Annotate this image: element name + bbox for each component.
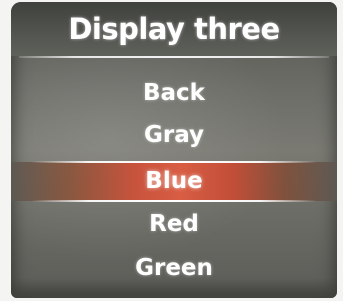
device-frame: Display three Back Gray Blue Red Green (0, 0, 343, 301)
title-bar: Display three (11, 2, 337, 56)
display-title: Display three (68, 12, 280, 46)
selected-bottom-border (31, 200, 317, 202)
bottom-screen-shade (11, 278, 337, 298)
menu-item-blue[interactable]: Blue (11, 162, 337, 200)
title-divider (19, 56, 329, 58)
display-screen: Display three Back Gray Blue Red Green (11, 2, 337, 298)
menu-item-back[interactable]: Back (11, 74, 337, 112)
menu-item-red[interactable]: Red (11, 205, 337, 243)
menu-item-gray[interactable]: Gray (11, 116, 337, 154)
